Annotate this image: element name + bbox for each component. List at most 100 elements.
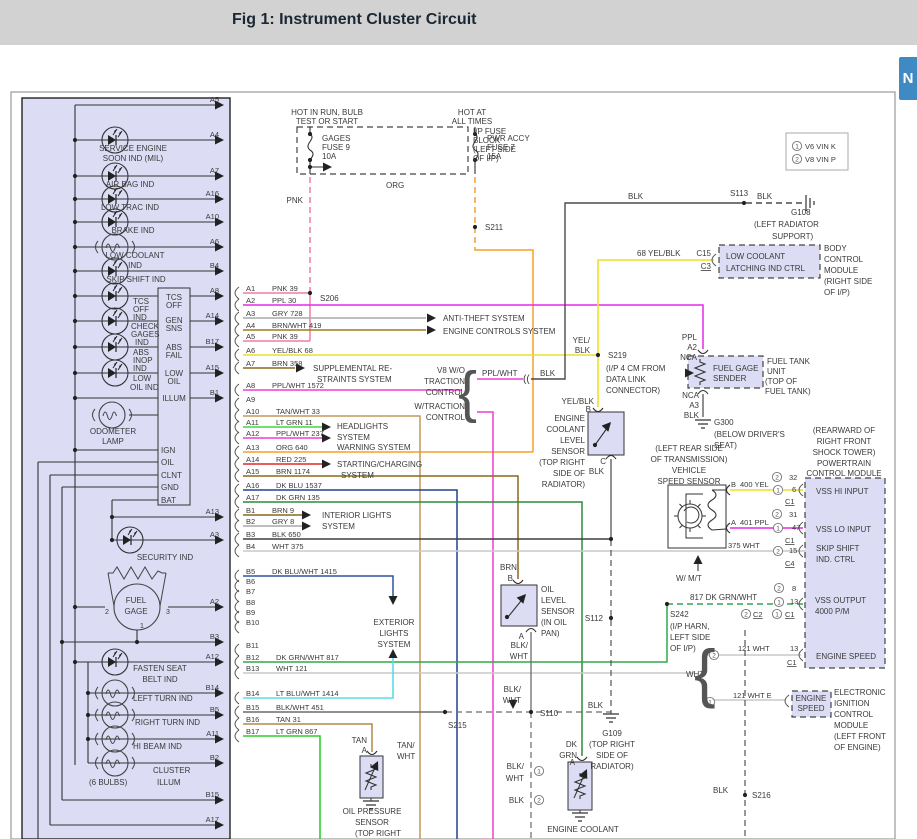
diagram-label: C4 [785,559,795,568]
diagram-label: VSS HI INPUT [816,487,869,496]
diagram-label: PPL/WHT 237 [276,429,324,438]
diagram-label: BLK [684,411,700,420]
diagram-label: WHT 121 [276,664,308,673]
diagram-label: VSS OUTPUT [815,596,866,605]
diagram-label: LIGHTS [380,629,409,638]
diagram-label: SKIP SHIFT [816,544,860,553]
diagram-label: B5 [246,567,255,576]
diagram-label: S242 [670,610,689,619]
diagram-label: SERVICE ENGINE [99,144,167,153]
diagram-label: A13 [206,507,219,516]
diagram-label: PAN) [541,629,560,638]
next-page-button[interactable]: N [899,57,917,100]
diagram-label: G300 [714,418,734,427]
diagram-label: GAGES [322,134,350,143]
diagram-label: OIL [541,585,554,594]
diagram-label: CLUSTER [153,766,191,775]
diagram-label: S110 [540,709,559,718]
diagram-label: BLK 650 [272,530,301,539]
diagram-label: ENGINE [796,694,827,703]
diagram-label: 4000 P/M [815,607,850,616]
diagram-label: A16 [206,189,219,198]
circled-number-label: 2 [777,585,781,592]
diagram-label: A [362,746,368,755]
component-box [501,585,537,626]
diagram-label: PPL [682,333,698,342]
diagram-label: SYSTEM [337,433,370,442]
circled-number-label: 2 [775,474,779,481]
diagram-label: A17 [246,493,259,502]
diagram-label: LOW COOLANT [105,251,164,260]
diagram-label: WARNING SYSTEM [337,443,411,452]
diagram-label: SYSTEM [341,471,374,480]
diagram-label: SENSOR [355,818,389,827]
diagram-label: (LEFT REAR SIDE [655,444,722,453]
diagram-label: B3 [246,530,255,539]
diagram-label: BLK [713,786,729,795]
diagram-label: G108 [791,208,811,217]
diagram-label: SENSOR [551,447,585,456]
diagram-label: 2 [105,609,109,616]
diagram-label: A14 [246,455,259,464]
diagram-label: V6 VIN K [805,142,836,151]
diagram-label: A16 [246,481,259,490]
diagram-label: FUEL TANK [767,357,811,366]
diagram-label: SIDE OF [596,751,628,760]
diagram-label: DK GRN/WHT 817 [276,653,339,662]
diagram-label: (TOP OF [765,377,797,386]
splice-dot [73,220,77,224]
splice-dot [73,319,77,323]
circled-number-label: 1 [776,487,780,494]
splice-dot [73,174,77,178]
diagram-label: LOW TRAC IND [101,203,159,212]
splice-dot [73,245,77,249]
diagram-label: DK BLU 1537 [276,481,322,490]
diagram-label: WHT [503,696,521,705]
diagram-label: A14 [206,311,219,320]
diagram-label: PPL 30 [272,296,296,305]
diagram-label: B17 [246,727,259,736]
diagram-label: OIL [161,458,174,467]
diagram-label: A8 [246,381,255,390]
diagram-label: SPEED [797,704,824,713]
diagram-label: B17 [206,337,219,346]
diagram-label: B2 [210,753,219,762]
diagram-label: OF TRANSMISSION) [651,455,728,464]
diagram-label: ENGINE SPEED [816,652,876,661]
diagram-label: BLK [628,192,644,201]
diagram-label: B8 [246,598,255,607]
diagram-label: LT BLU/WHT 1414 [276,689,339,698]
diagram-label: WHT [506,774,524,783]
diagram-label: GRY 728 [272,309,303,318]
diagram-label: IGNITION [834,699,870,708]
diagram-label: (LEFT FRONT [834,732,886,741]
diagram-label: LOW COOLANT [726,252,785,261]
diagram-label: TAN/ [397,741,415,750]
diagram-label: S219 [608,351,627,360]
diagram-label: IGN [161,446,175,455]
diagram-label: UNIT [767,367,786,376]
diagram-label: C1 [785,536,795,545]
diagram-label: PNK 39 [272,332,298,341]
diagram-label: S113 [730,189,749,198]
component-box [786,133,848,170]
diagram-label: LOW [133,374,152,383]
circled-number-label: 2 [775,511,779,518]
diagram-label: OF I/P) [473,154,499,163]
diagram-label: 817 DK GRN/WHT [690,593,757,602]
diagram-label: 32 [789,473,797,482]
instrument-cluster-wiring-diagram: 122121221212112A5A4A7A16A10A6B4A8A14B17A… [0,0,917,839]
header-bar: Fig 1: Instrument Cluster Circuit [0,0,917,45]
splice-dot [308,291,312,295]
diagram-label: TAN/WHT 33 [276,407,320,416]
diagram-label: SHOCK TOWER) [813,448,876,457]
diagram-label: { [458,360,477,424]
diagram-label: A4 [246,321,255,330]
diagram-label: OF ENGINE) [834,743,881,752]
diagram-label: TAN 31 [276,715,301,724]
diagram-label: C [600,457,606,466]
diagram-label: S216 [752,791,771,800]
diagram-label: B16 [246,715,259,724]
diagram-label: TEST OR START [296,117,358,126]
diagram-label: I/P FUSE [473,127,506,136]
